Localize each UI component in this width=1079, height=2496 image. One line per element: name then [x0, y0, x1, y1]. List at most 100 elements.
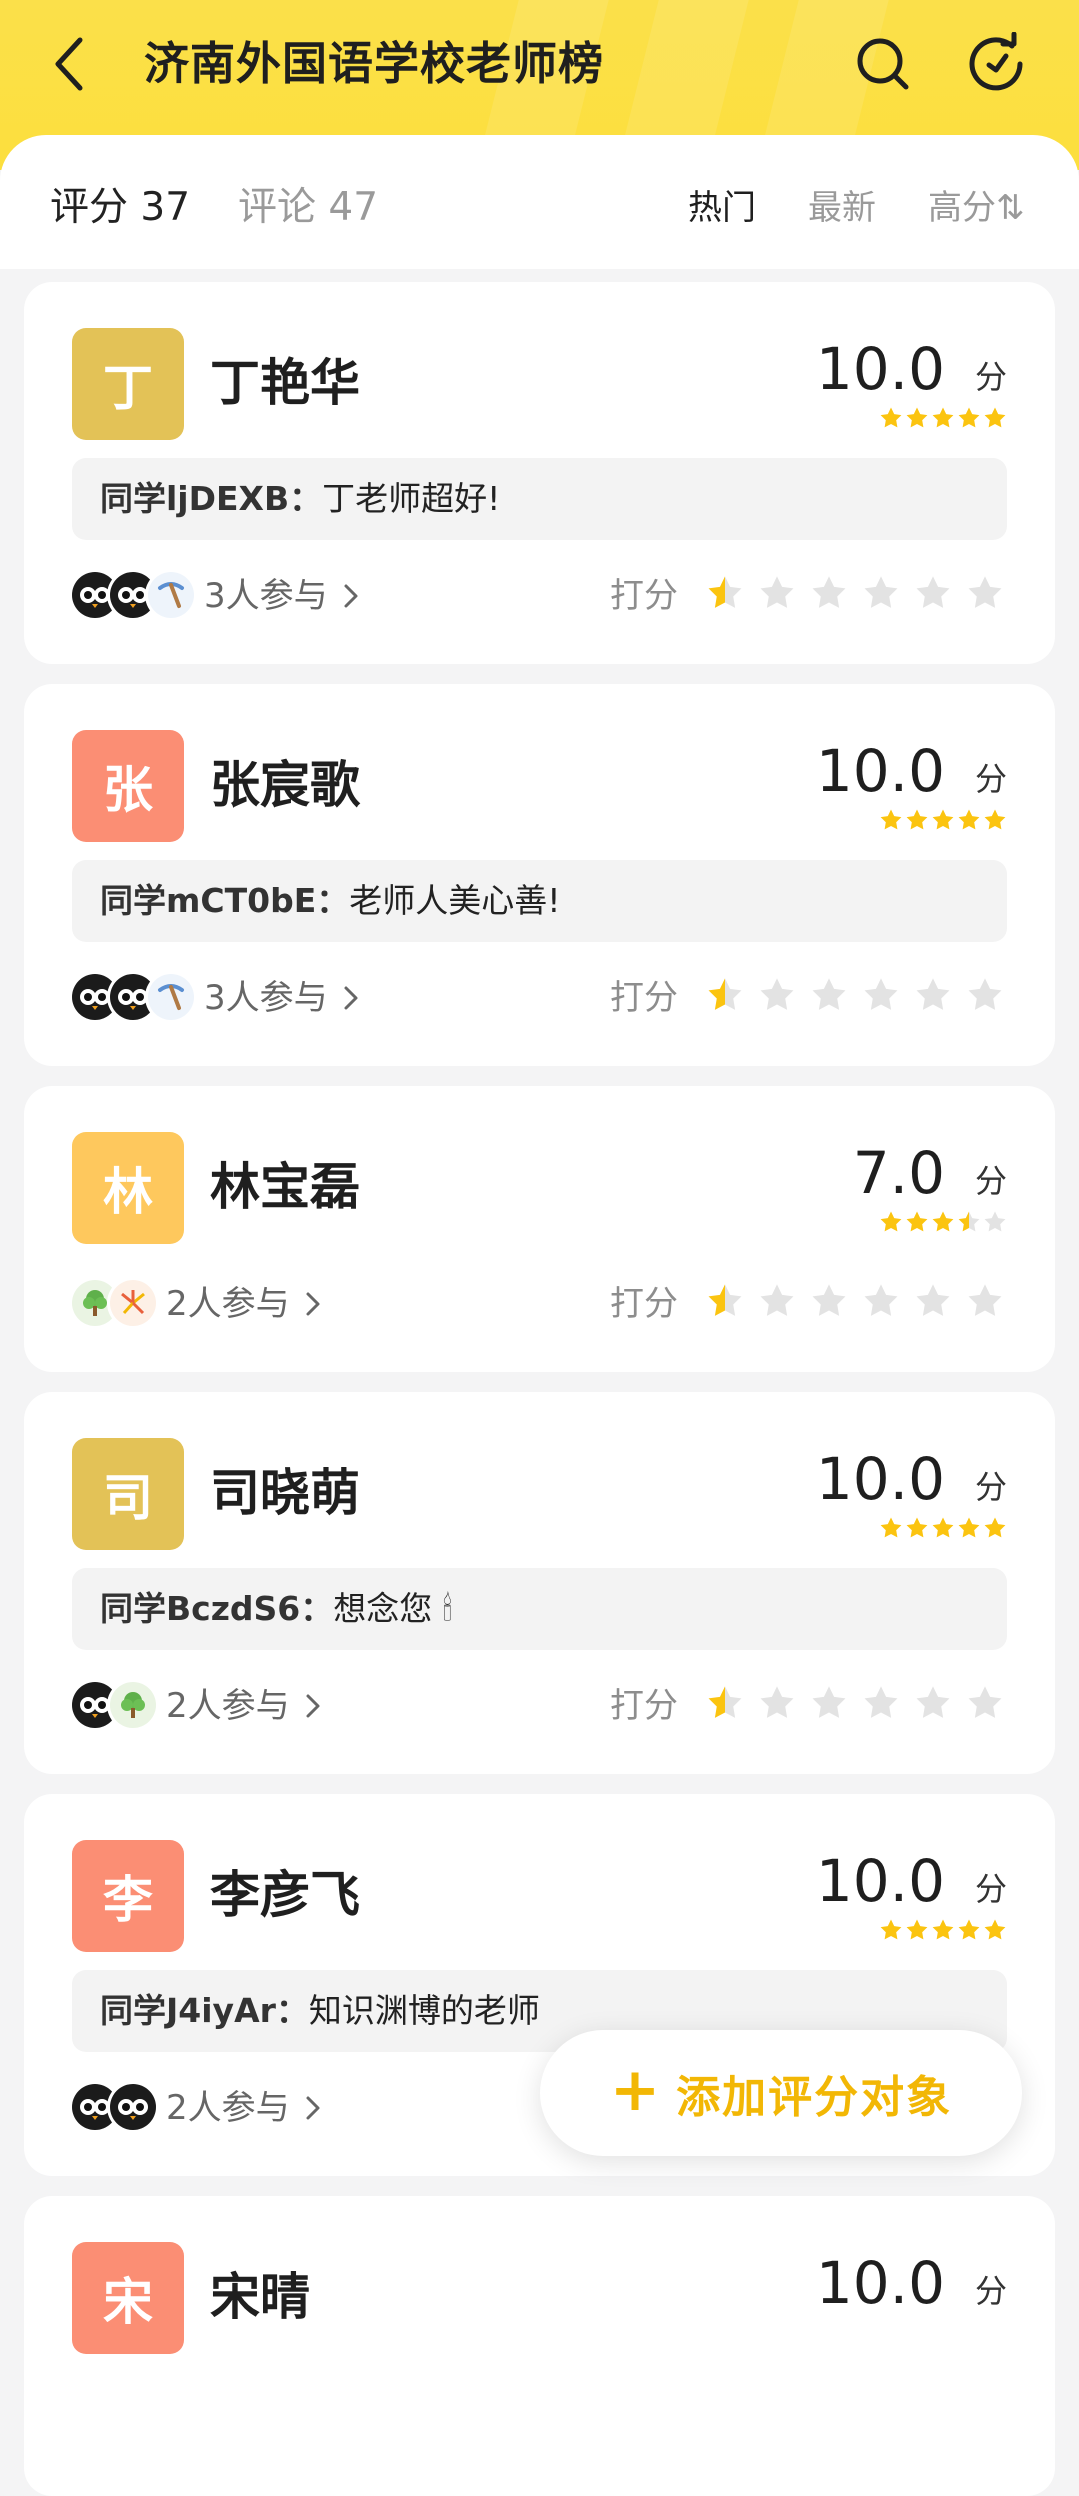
star-icon [932, 1517, 954, 1538]
star-icon [932, 1211, 954, 1232]
score-stars [879, 406, 1007, 430]
card-bottom-row: 2人参与 打分 [24, 1276, 1055, 1332]
star-icon [880, 1211, 902, 1232]
rate-star-icon[interactable] [914, 574, 952, 612]
chevron-right-icon [306, 2096, 320, 2120]
rate-star-icon[interactable] [966, 1282, 1004, 1320]
star-icon [984, 1919, 1006, 1940]
star-icon [958, 1517, 980, 1538]
participants-link[interactable]: 3人参与 [204, 574, 360, 618]
participants-link[interactable]: 3人参与 [204, 976, 360, 1020]
teacher-score: 10.0 [815, 2249, 945, 2317]
rate-star-icon[interactable] [706, 1282, 744, 1320]
tree-emoji-icon [110, 1682, 156, 1728]
rate-star-icon[interactable] [758, 574, 796, 612]
rate-star-icon[interactable] [758, 976, 796, 1014]
teacher-card[interactable]: 张 张宸歌 10.0 分 同学mCT0bE：老师人美心善! 3人参与 打分 [24, 684, 1055, 1066]
teacher-name: 司晓萌 [210, 1464, 360, 1522]
rate-star-icon[interactable] [810, 1282, 848, 1320]
comment-text: 老师人美心善! [349, 881, 561, 920]
participants-count: 2人参与 [166, 2088, 290, 2128]
rate-star-icon[interactable] [706, 976, 744, 1014]
add-rating-target-button[interactable]: + 添加评分对象 [540, 2030, 1022, 2156]
comment-bubble[interactable]: 同学ljDEXB：丁老师超好! [72, 458, 1007, 540]
score-unit: 分 [974, 1468, 1007, 1506]
rate-star-icon[interactable] [862, 574, 900, 612]
rate-star-icon[interactable] [914, 1282, 952, 1320]
rate-star-icon[interactable] [862, 1684, 900, 1722]
participants-count: 3人参与 [204, 576, 328, 616]
star-icon [906, 809, 928, 830]
participants-count: 2人参与 [166, 1686, 290, 1726]
comment-bubble[interactable]: 同学BczdS6：想念您 🕯 [72, 1568, 1007, 1650]
rate-label[interactable]: 打分 [610, 574, 678, 618]
rate-star-icon[interactable] [706, 1684, 744, 1722]
teacher-avatar: 司 [72, 1438, 184, 1550]
score-unit: 分 [974, 760, 1007, 798]
participants-link[interactable]: 2人参与 [166, 1282, 322, 1326]
owl-emoji-icon [110, 2084, 156, 2130]
rate-stars[interactable] [706, 976, 1004, 1014]
teacher-score: 10.0 [815, 335, 945, 403]
teacher-avatar: 林 [72, 1132, 184, 1244]
tab-score[interactable]: 评分 37 [50, 183, 190, 233]
participant-avatars [72, 2084, 156, 2130]
sort-high-score[interactable]: 高分⇅ [928, 183, 1025, 233]
rate-label[interactable]: 打分 [610, 1282, 678, 1326]
rate-star-icon[interactable] [706, 574, 744, 612]
teacher-score: 10.0 [815, 1445, 945, 1513]
rate-star-icon[interactable] [810, 976, 848, 1014]
rate-stars[interactable] [706, 574, 1004, 612]
rate-star-icon[interactable] [914, 976, 952, 1014]
star-icon [958, 1211, 980, 1232]
score-stars [879, 1516, 1007, 1540]
comment-author: 同学ljDEXB： [100, 479, 323, 518]
teacher-avatar: 张 [72, 730, 184, 842]
teacher-card[interactable]: 丁 丁艳华 10.0 分 同学ljDEXB：丁老师超好! 3人参与 打分 [24, 282, 1055, 664]
participants-link[interactable]: 2人参与 [166, 1684, 322, 1728]
rate-star-icon[interactable] [862, 976, 900, 1014]
sort-hot[interactable]: 热门 [688, 183, 756, 233]
tab-comment[interactable]: 评论 47 [238, 183, 378, 233]
participants-link[interactable]: 2人参与 [166, 2086, 322, 2130]
star-icon [984, 1517, 1006, 1538]
score-unit: 分 [974, 2272, 1007, 2310]
rate-stars[interactable] [706, 1282, 1004, 1320]
participant-avatars [72, 572, 194, 618]
rate-star-icon[interactable] [862, 1282, 900, 1320]
pickaxe-emoji-icon [148, 572, 194, 618]
star-icon [880, 1919, 902, 1940]
teacher-card[interactable]: 林 林宝磊 7.0 分 2人参与 打分 [24, 1086, 1055, 1372]
score-stars [879, 1210, 1007, 1234]
rate-star-icon[interactable] [914, 1684, 952, 1722]
participants-count: 2人参与 [166, 1284, 290, 1324]
rate-star-icon[interactable] [966, 976, 1004, 1014]
star-icon [906, 1211, 928, 1232]
rate-label[interactable]: 打分 [610, 1684, 678, 1728]
rate-label[interactable]: 打分 [610, 976, 678, 1020]
rate-star-icon[interactable] [758, 1684, 796, 1722]
rate-star-icon[interactable] [810, 574, 848, 612]
teacher-card[interactable]: 司 司晓萌 10.0 分 同学BczdS6：想念您 🕯 2人参与 打分 [24, 1392, 1055, 1774]
participants-count: 3人参与 [204, 978, 328, 1018]
rate-star-icon[interactable] [966, 574, 1004, 612]
rate-star-icon[interactable] [810, 1684, 848, 1722]
rate-star-icon[interactable] [966, 1684, 1004, 1722]
star-icon [958, 407, 980, 428]
rate-star-icon[interactable] [758, 1282, 796, 1320]
search-button[interactable] [852, 32, 916, 96]
teacher-card[interactable]: 宋 宋晴 10.0 分 [24, 2196, 1055, 2496]
rate-stars[interactable] [706, 1684, 1004, 1722]
participant-avatars [72, 1682, 156, 1728]
refresh-button[interactable] [964, 31, 1028, 96]
tabs-bar: 评分 37 评论 47 热门 最新 高分⇅ [0, 135, 1079, 269]
star-icon [932, 407, 954, 428]
sort-new[interactable]: 最新 [808, 183, 876, 233]
star-icon [932, 809, 954, 830]
add-rating-target-label: 添加评分对象 [676, 2072, 953, 2123]
teacher-score: 7.0 [852, 1139, 945, 1207]
comment-bubble[interactable]: 同学mCT0bE：老师人美心善! [72, 860, 1007, 942]
chevron-left-icon [55, 37, 83, 91]
back-button[interactable] [44, 30, 104, 100]
star-icon [958, 809, 980, 830]
